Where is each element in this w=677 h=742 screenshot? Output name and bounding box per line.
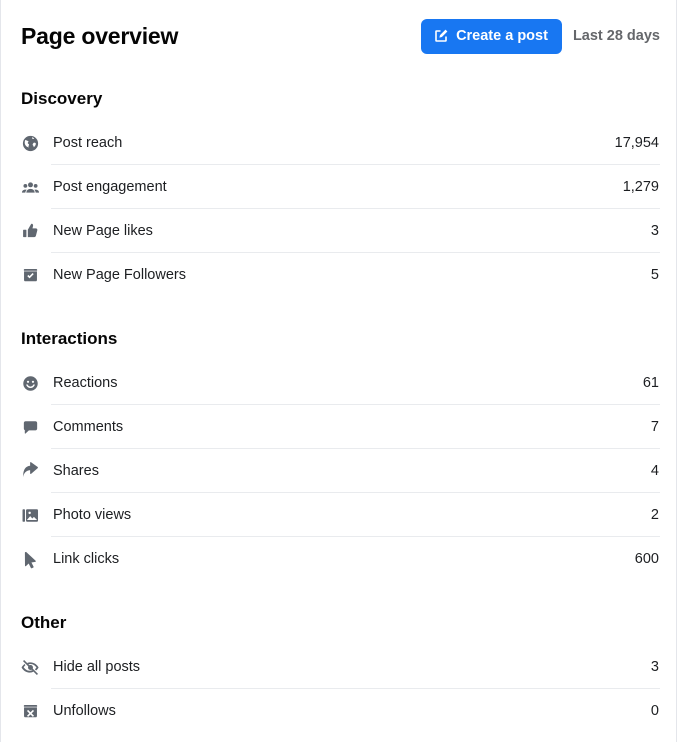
date-range-label: Last 28 days bbox=[572, 28, 660, 44]
metric-label: Photo views bbox=[53, 507, 132, 523]
thumbs-up-icon bbox=[21, 222, 51, 241]
compose-square-pencil-icon bbox=[433, 28, 449, 44]
metric-row[interactable]: Link clicks 600 bbox=[21, 537, 660, 581]
create-post-button[interactable]: Create a post bbox=[421, 18, 562, 54]
metric-value: 1,279 bbox=[622, 179, 659, 195]
metric-rows-interactions: Reactions 61 Comments 7 Shares 4 Photo views 2 L… bbox=[21, 361, 660, 581]
metric-label: Reactions bbox=[53, 375, 118, 391]
metrics-sections: Discovery Post reach 17,954 Post engagement… bbox=[21, 72, 660, 733]
metric-value: 17,954 bbox=[614, 135, 659, 151]
metric-value: 61 bbox=[642, 375, 659, 391]
metric-value: 5 bbox=[650, 267, 659, 283]
section-interactions: Interactions Reactions 61 Comments 7 Shares 4 P… bbox=[21, 297, 660, 581]
metric-label: Comments bbox=[53, 419, 124, 435]
metric-label: Shares bbox=[53, 463, 99, 479]
share-arrow-icon bbox=[21, 461, 51, 481]
metric-value: 0 bbox=[650, 703, 659, 719]
speech-bubble-icon bbox=[21, 418, 51, 437]
section-title-other: Other bbox=[21, 613, 67, 632]
metric-label: Post reach bbox=[53, 135, 123, 151]
metric-label: Link clicks bbox=[53, 551, 120, 567]
metric-value: 2 bbox=[650, 507, 659, 523]
metric-row[interactable]: Post engagement 1,279 bbox=[21, 165, 660, 209]
badge-x-icon bbox=[21, 702, 51, 721]
header-actions: Create a post Last 28 days bbox=[421, 18, 660, 54]
metric-row[interactable]: Reactions 61 bbox=[21, 361, 660, 405]
metric-label: New Page Followers bbox=[53, 267, 186, 283]
section-discovery: Discovery Post reach 17,954 Post engagement… bbox=[21, 72, 660, 297]
metric-value: 3 bbox=[650, 659, 659, 675]
metric-value: 4 bbox=[650, 463, 659, 479]
cursor-pointer-icon bbox=[21, 550, 51, 569]
metric-row[interactable]: Post reach 17,954 bbox=[21, 121, 660, 165]
page-overview-panel: Page overview Create a post Last 28 days… bbox=[0, 0, 677, 742]
section-title-interactions: Interactions bbox=[21, 329, 118, 348]
section-title-discovery: Discovery bbox=[21, 89, 103, 108]
photo-icon bbox=[21, 506, 51, 525]
metric-rows-other: Hide all posts 3 Unfollows 0 bbox=[21, 645, 660, 733]
metric-row[interactable]: Comments 7 bbox=[21, 405, 660, 449]
metric-row[interactable]: Photo views 2 bbox=[21, 493, 660, 537]
metric-label: New Page likes bbox=[53, 223, 153, 239]
smiley-face-icon bbox=[21, 374, 51, 393]
metric-rows-discovery: Post reach 17,954 Post engagement 1,279 New … bbox=[21, 121, 660, 297]
metric-label: Unfollows bbox=[53, 703, 116, 719]
metric-value: 7 bbox=[650, 419, 659, 435]
metric-row[interactable]: New Page likes 3 bbox=[21, 209, 660, 253]
globe-icon bbox=[21, 134, 51, 153]
people-group-icon bbox=[21, 178, 51, 197]
eye-slash-icon bbox=[21, 658, 51, 677]
metric-row[interactable]: Hide all posts 3 bbox=[21, 645, 660, 689]
metric-row[interactable]: Unfollows 0 bbox=[21, 689, 660, 733]
metric-label: Hide all posts bbox=[53, 659, 141, 675]
create-post-button-label: Create a post bbox=[456, 27, 548, 44]
section-other: Other Hide all posts 3 Unfollows 0 bbox=[21, 581, 660, 733]
metric-label: Post engagement bbox=[53, 179, 167, 195]
metric-value: 600 bbox=[634, 551, 659, 567]
metric-row[interactable]: New Page Followers 5 bbox=[21, 253, 660, 297]
metric-row[interactable]: Shares 4 bbox=[21, 449, 660, 493]
badge-check-icon bbox=[21, 266, 51, 285]
page-title: Page overview bbox=[21, 23, 179, 49]
metric-value: 3 bbox=[650, 223, 659, 239]
panel-header: Page overview Create a post Last 28 days bbox=[21, 0, 660, 72]
